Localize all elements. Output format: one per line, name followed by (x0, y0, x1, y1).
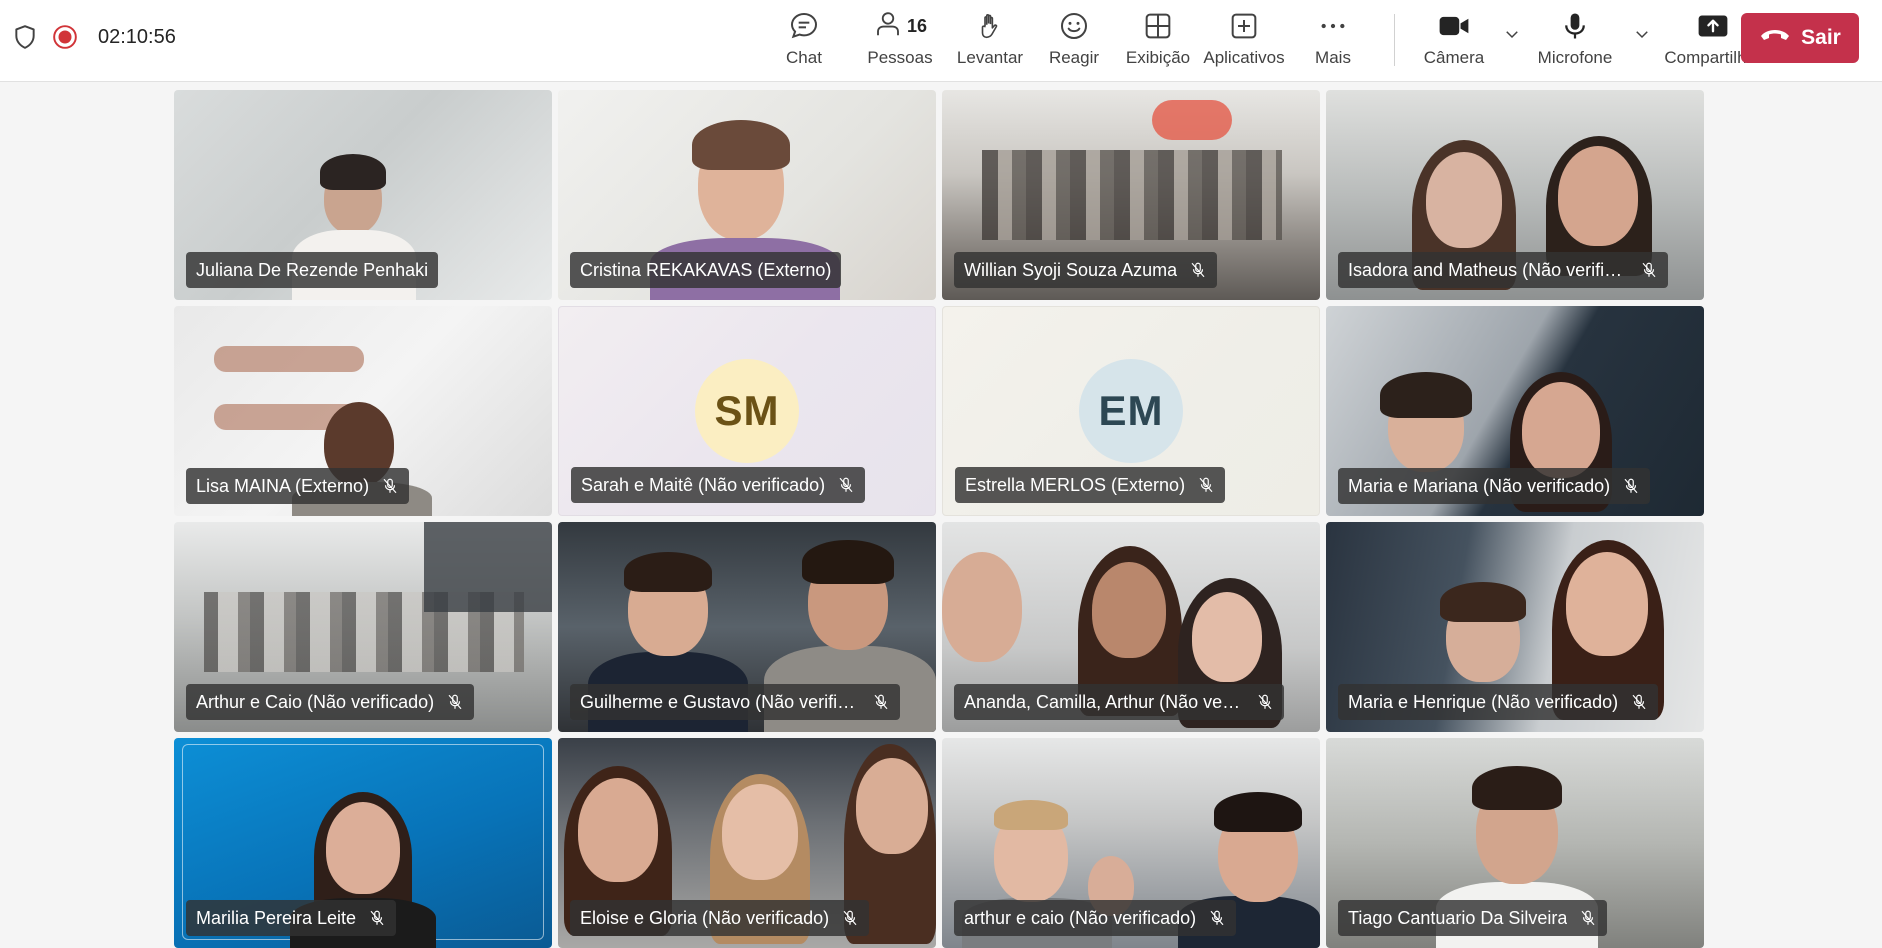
meeting-timer: 02:10:56 (98, 25, 176, 48)
participant-video-person (1192, 592, 1262, 682)
mic-off-icon (368, 908, 386, 928)
mic-off-icon (1640, 260, 1658, 280)
participant-tile[interactable]: Marilia Pereira Leite (174, 738, 552, 948)
leave-button[interactable]: Sair (1741, 13, 1859, 63)
meeting-status: 02:10:56 (12, 24, 176, 50)
participant-tile[interactable]: Arthur e Caio (Não verificado) (174, 522, 552, 732)
participant-name-label: Guilherme e Gustavo (Não verifica... (570, 684, 900, 720)
view-button[interactable]: Exibição (1116, 6, 1200, 76)
participant-tile[interactable]: Willian Syoji Souza Azuma (942, 90, 1320, 300)
participant-tile[interactable]: Cristina REKAKAVAS (Externo) (558, 90, 936, 300)
participant-video-person (578, 778, 658, 882)
toolbar-divider (1394, 14, 1395, 66)
people-count: 16 (906, 15, 928, 36)
participant-tile[interactable]: Lisa MAINA (Externo) (174, 306, 552, 516)
chevron-down-icon (1633, 25, 1651, 48)
participant-tile[interactable]: EM Estrella MERLOS (Externo) (942, 306, 1320, 516)
participant-name-label: Estrella MERLOS (Externo) (955, 467, 1226, 503)
mic-off-icon (1630, 692, 1648, 712)
classroom-crowd (982, 150, 1282, 240)
participant-video-person (942, 552, 1022, 662)
mic-off-icon (1197, 475, 1215, 495)
camera-options-chevron[interactable] (1503, 16, 1521, 56)
participant-name-label: arthur e caio (Não verificado) (954, 900, 1237, 936)
video-grid: Juliana De Rezende Penhaki Cristina REKA… (174, 90, 1704, 948)
participant-video-person (1092, 562, 1166, 658)
mic-off-icon (1208, 908, 1226, 928)
participant-name-label: Sarah e Maitê (Não verificado) (571, 467, 866, 503)
raise-hand-icon (975, 6, 1005, 46)
mic-off-icon (1189, 260, 1207, 280)
participant-name-label: Tiago Cantuario Da Silveira (1338, 900, 1608, 936)
participant-name-label: Ananda, Camilla, Arthur (Não verifi... (954, 684, 1284, 720)
chat-button[interactable]: Chat (770, 6, 838, 76)
mic-off-icon (841, 908, 859, 928)
mic-off-icon (1579, 908, 1597, 928)
participant-name-label: Willian Syoji Souza Azuma (954, 252, 1218, 288)
participant-video-person (1566, 552, 1648, 656)
people-icon (873, 8, 903, 45)
participant-video-person (1522, 382, 1600, 478)
camera-button[interactable]: Câmera (1419, 6, 1489, 76)
participant-video-person (326, 802, 400, 894)
emoji-icon (1058, 6, 1090, 46)
mic-off-icon (446, 692, 464, 712)
react-button[interactable]: Reagir (1032, 6, 1116, 76)
microphone-icon (1560, 6, 1590, 46)
more-icon (1317, 6, 1349, 46)
microphone-button[interactable]: Microfone (1535, 6, 1615, 76)
participant-name-label: Arthur e Caio (Não verificado) (186, 684, 475, 720)
participant-name-label: Maria e Mariana (Não verificado) (1338, 468, 1651, 504)
participant-video-person (856, 758, 928, 854)
participant-tile[interactable]: Isadora and Matheus (Não verifica... (1326, 90, 1704, 300)
participant-video-person (1558, 146, 1638, 246)
people-button[interactable]: 16 Pessoas (852, 6, 948, 76)
mic-off-icon (837, 475, 855, 495)
participant-tile[interactable]: Maria e Mariana (Não verificado) (1326, 306, 1704, 516)
participant-avatar: EM (1079, 359, 1183, 463)
mic-off-icon (381, 476, 399, 496)
participant-name-label: Isadora and Matheus (Não verifica... (1338, 252, 1668, 288)
share-screen-icon (1696, 6, 1730, 46)
add-app-icon (1228, 6, 1260, 46)
mic-off-icon (1622, 476, 1640, 496)
participant-tile[interactable]: Juliana De Rezende Penhaki (174, 90, 552, 300)
microphone-options-chevron[interactable] (1633, 16, 1651, 56)
participant-name-label: Eloise e Gloria (Não verificado) (570, 900, 870, 936)
camera-icon (1437, 6, 1471, 46)
grid-view-icon (1142, 6, 1174, 46)
meeting-top-bar: 02:10:56 Chat 16 Pessoas Levantar Reagir… (0, 0, 1882, 82)
raise-hand-button[interactable]: Levantar (948, 6, 1032, 76)
participant-tile[interactable]: arthur e caio (Não verificado) (942, 738, 1320, 948)
participant-name-label: Cristina REKAKAVAS (Externo) (570, 252, 842, 288)
shield-icon[interactable] (12, 24, 38, 50)
mic-off-icon (1256, 692, 1274, 712)
participant-name-label: Juliana De Rezende Penhaki (186, 252, 439, 288)
participant-avatar: SM (695, 359, 799, 463)
participant-name-label: Maria e Henrique (Não verificado) (1338, 684, 1659, 720)
participant-tile[interactable]: Guilherme e Gustavo (Não verifica... (558, 522, 936, 732)
participant-tile[interactable]: SM Sarah e Maitê (Não verificado) (558, 306, 936, 516)
more-button[interactable]: Mais (1296, 6, 1370, 76)
participant-name-label: Lisa MAINA (Externo) (186, 468, 410, 504)
participant-tile[interactable]: Maria e Henrique (Não verificado) (1326, 522, 1704, 732)
apps-button[interactable]: Aplicativos (1200, 6, 1288, 76)
chat-icon (788, 6, 820, 46)
participant-video-person (722, 784, 798, 880)
recording-icon (52, 24, 78, 50)
participant-name-label: Marilia Pereira Leite (186, 900, 397, 936)
hang-up-icon (1759, 25, 1791, 51)
participant-tile[interactable]: Tiago Cantuario Da Silveira (1326, 738, 1704, 948)
participant-tile[interactable]: Eloise e Gloria (Não verificado) (558, 738, 936, 948)
participant-tile[interactable]: Ananda, Camilla, Arthur (Não verifi... (942, 522, 1320, 732)
chevron-down-icon (1503, 25, 1521, 48)
mic-off-icon (872, 692, 890, 712)
meeting-toolbar: Chat 16 Pessoas Levantar Reagir Exibição… (770, 6, 1763, 76)
